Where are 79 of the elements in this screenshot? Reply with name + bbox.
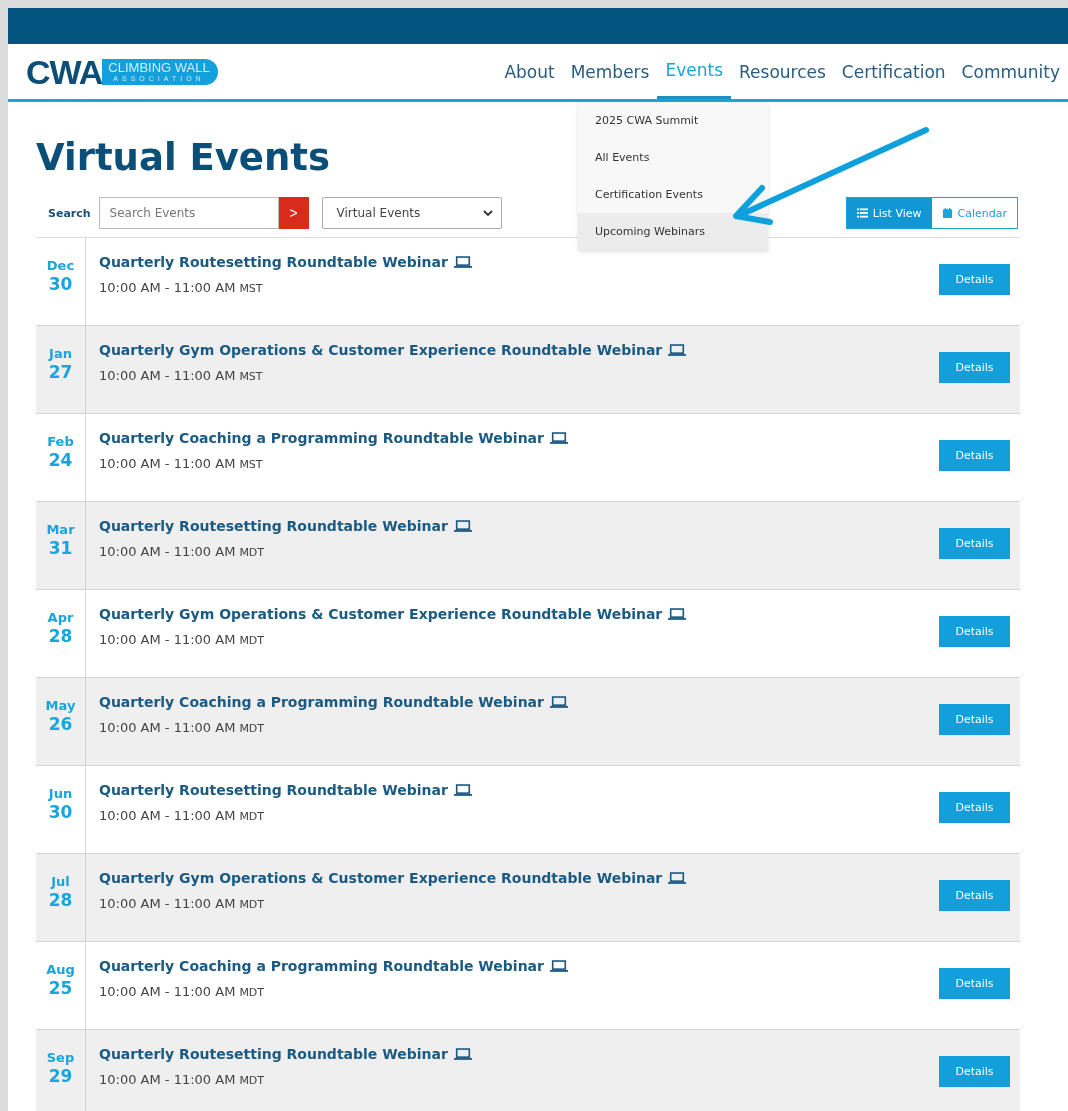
event-day: 27 <box>48 362 73 382</box>
event-title-link[interactable]: Quarterly Coaching a Programming Roundtable Webinar <box>99 430 544 446</box>
time-zone: MDT <box>239 986 265 999</box>
event-month: Aug <box>46 962 75 978</box>
event-month: Sep <box>46 1050 75 1066</box>
calendar-icon <box>941 208 953 218</box>
event-month: Jun <box>48 786 73 802</box>
event-month: Apr <box>47 610 74 626</box>
event-month: Mar <box>46 522 75 538</box>
event-month: Jul <box>51 874 70 890</box>
event-time: 10:00 AM - 11:00 AM <box>99 632 236 647</box>
menu-item[interactable]: All Events <box>578 139 768 176</box>
event-title-link[interactable]: Quarterly Routesetting Roundtable Webinar <box>99 518 448 534</box>
nav-link[interactable]: About <box>496 44 563 99</box>
search-field[interactable]: Search Events <box>98 197 279 229</box>
time-zone: MST <box>239 282 263 295</box>
page-title: Virtual Events <box>36 136 330 179</box>
event-time: 10:00 AM - 11:00 AM <box>99 720 236 735</box>
event-title-link[interactable]: Quarterly Routesetting Roundtable Webinar <box>99 254 448 270</box>
event-day: 29 <box>48 1066 73 1086</box>
event-time: 10:00 AM - 11:00 AM <box>99 896 236 911</box>
event-time: 10:00 AM - 11:00 AM <box>99 280 236 295</box>
time-zone: MDT <box>239 722 265 735</box>
list-view-button[interactable]: List View <box>846 198 932 228</box>
event-title-link[interactable]: Quarterly Coaching a Programming Roundtable Webinar <box>99 694 544 710</box>
laptop-icon <box>453 1048 472 1060</box>
event-title-link[interactable]: Quarterly Coaching a Programming Roundtable Webinar <box>99 958 544 974</box>
event-month: Jan <box>49 346 72 362</box>
event-title-link[interactable]: Quarterly Routesetting Roundtable Webinar <box>99 782 448 798</box>
laptop-icon <box>668 608 687 620</box>
nav-link[interactable]: Resources <box>731 44 834 99</box>
time-zone: MDT <box>239 634 265 647</box>
search-label: Search <box>48 206 91 220</box>
time-zone: MST <box>239 458 263 471</box>
time-zone: MDT <box>239 810 265 823</box>
laptop-icon <box>668 872 687 884</box>
event-time: 10:00 AM - 11:00 AM <box>99 808 236 823</box>
laptop-icon <box>549 696 568 708</box>
event-title-link[interactable]: Quarterly Gym Operations & Customer Experience Roundtable Webinar <box>99 606 663 622</box>
time-zone: MST <box>239 370 263 383</box>
nav-link[interactable]: Community <box>953 44 1068 99</box>
event-month: Dec <box>46 258 75 274</box>
event-time: 10:00 AM - 11:00 AM <box>99 368 236 383</box>
event-day: 30 <box>48 274 73 294</box>
category-select[interactable]: Virtual Events <box>321 197 502 229</box>
event-day: 24 <box>48 450 73 470</box>
laptop-icon <box>453 520 472 532</box>
time-zone: MDT <box>239 1074 265 1087</box>
event-month: Feb <box>47 434 74 450</box>
event-month: May <box>45 698 76 714</box>
event-title-link[interactable]: Quarterly Routesetting Roundtable Webinar <box>99 1046 448 1062</box>
list-icon <box>856 208 868 218</box>
event-day: 28 <box>48 626 73 646</box>
event-title-link[interactable]: Quarterly Gym Operations & Customer Experience Roundtable Webinar <box>99 870 663 886</box>
event-time: 10:00 AM - 11:00 AM <box>99 456 236 471</box>
event-day: 30 <box>48 802 73 822</box>
event-day: 25 <box>48 978 73 998</box>
search-submit-button[interactable]: > <box>278 197 309 229</box>
logo-text: CLIMBING WALL <box>108 60 210 74</box>
menu-item[interactable]: Certification Events <box>578 176 768 213</box>
laptop-icon <box>453 256 472 268</box>
event-time: 10:00 AM - 11:00 AM <box>99 984 236 999</box>
time-zone: MDT <box>239 898 265 911</box>
nav-link[interactable]: Certification <box>833 44 954 99</box>
event-day: 31 <box>48 538 73 558</box>
laptop-icon <box>549 960 568 972</box>
event-time: 10:00 AM - 11:00 AM <box>99 544 236 559</box>
chevron-down-icon <box>482 210 493 216</box>
time-zone: MDT <box>239 546 265 559</box>
laptop-icon <box>668 344 687 356</box>
menu-item[interactable]: 2025 CWA Summit <box>578 102 768 139</box>
event-day: 28 <box>48 890 73 910</box>
event-time: 10:00 AM - 11:00 AM <box>99 1072 236 1087</box>
event-title-link[interactable]: Quarterly Gym Operations & Customer Experience Roundtable Webinar <box>99 342 663 358</box>
event-day: 26 <box>48 714 73 734</box>
laptop-icon <box>549 432 568 444</box>
laptop-icon <box>453 784 472 796</box>
nav-link[interactable]: Members <box>562 44 658 99</box>
menu-item[interactable]: Upcoming Webinars <box>578 213 768 250</box>
